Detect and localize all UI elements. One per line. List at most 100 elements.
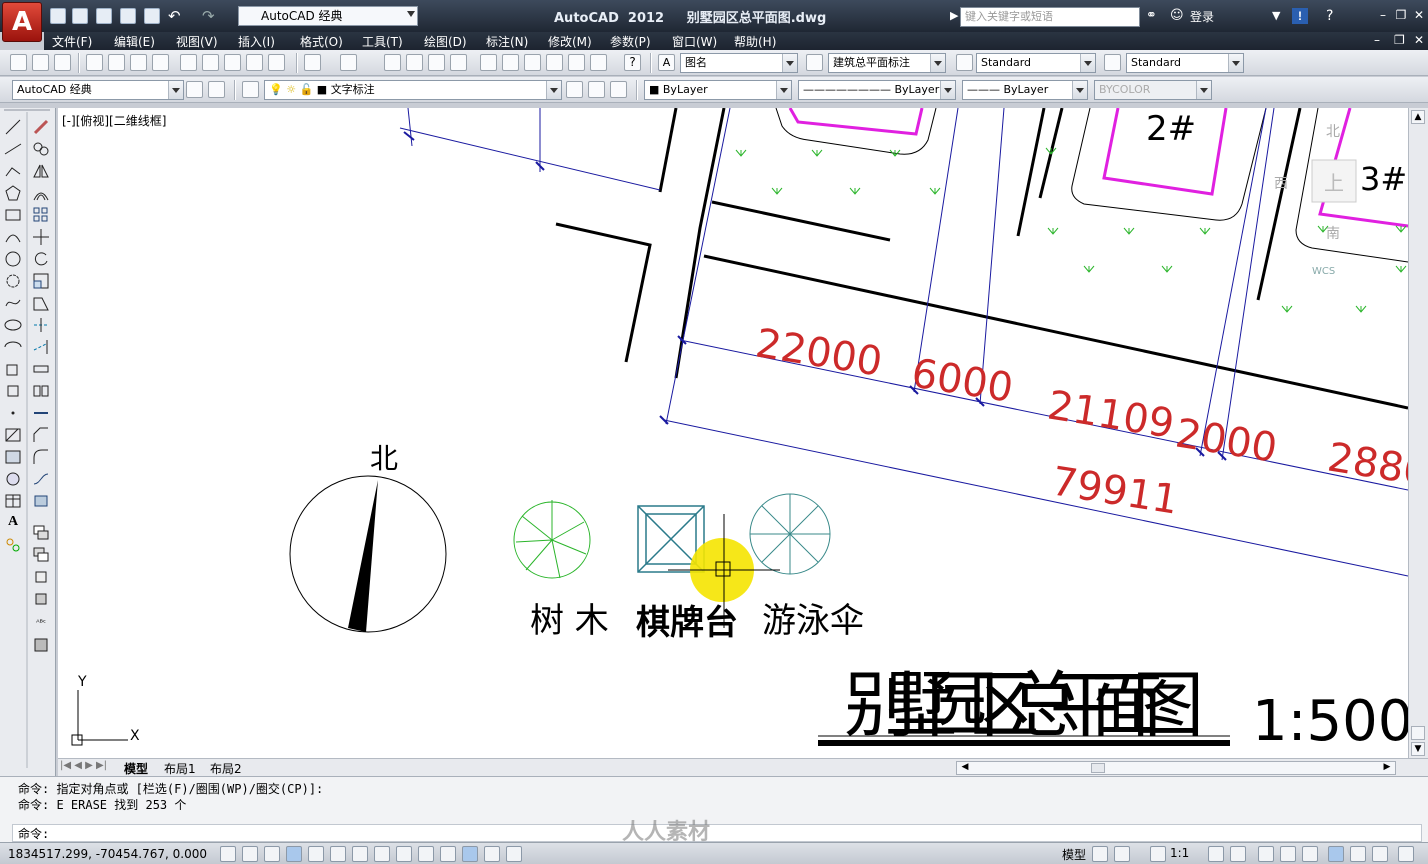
make-block-icon[interactable] [4,382,22,400]
workspace-select[interactable]: AutoCAD 经典 [12,80,184,100]
3d-print-icon[interactable] [152,54,169,71]
annotation-scale-value[interactable]: 1:1 [1170,846,1189,860]
draw-order-icon[interactable] [32,524,50,542]
tab-layout1[interactable]: 布局1 [164,760,196,777]
explode-icon[interactable] [32,492,50,510]
table-style-select[interactable]: Standard [976,53,1096,73]
lock-icon[interactable] [1280,846,1296,862]
isolate-objects-icon[interactable] [1328,846,1344,862]
stretch-icon[interactable] [32,294,50,312]
undo-icon[interactable]: ↶ [168,8,184,24]
chevron-down-icon[interactable]: ▼ [1272,8,1288,24]
lineweight-select[interactable]: ——— ByLayer [962,80,1088,100]
menu-format[interactable]: 格式(O) [300,33,343,50]
chamfer-icon[interactable] [32,426,50,444]
exchange-icon[interactable]: ! [1292,8,1308,24]
user-icon[interactable]: ☺ [1170,8,1186,24]
quick-view-layouts-icon[interactable] [1092,846,1108,862]
polygon-icon[interactable] [4,184,22,202]
doc-minimize-button[interactable]: – [1374,33,1380,47]
search-input[interactable]: 键入关键字或短语 [960,7,1140,27]
redo-icon[interactable] [340,54,357,71]
line-icon[interactable] [4,118,22,136]
bring-above-icon[interactable] [32,590,50,608]
circle-icon[interactable] [4,250,22,268]
add-selected-icon[interactable] [4,536,22,554]
layer-properties-icon[interactable] [242,81,259,98]
tab-model[interactable]: 模型 [124,760,148,777]
menu-edit[interactable]: 编辑(E) [114,33,155,50]
menu-tools[interactable]: 工具(T) [362,33,403,50]
quickcalc-icon[interactable] [590,54,607,71]
zoom-previous-icon[interactable] [450,54,467,71]
menu-parametric[interactable]: 参数(P) [610,33,651,50]
cut-icon[interactable] [180,54,197,71]
save-icon[interactable] [54,54,71,71]
layer-previous-icon[interactable] [588,81,605,98]
array-icon[interactable] [32,206,50,224]
layer-state-icon[interactable] [610,81,627,98]
new-file-icon[interactable] [50,8,66,24]
multiline-text-icon[interactable]: A [4,514,22,532]
zoom-window-icon[interactable] [428,54,445,71]
make-current-layer-icon[interactable] [566,81,583,98]
markup-icon[interactable] [568,54,585,71]
horizontal-scrollbar[interactable]: ◀ ▶ [956,761,1396,775]
gradient-icon[interactable] [4,448,22,466]
login-link[interactable]: 登录 [1190,8,1214,25]
dim-style-select[interactable]: 建筑总平面标注 [828,53,946,73]
design-center-icon[interactable] [502,54,519,71]
quick-view-drawings-icon[interactable] [1114,846,1130,862]
extend-icon[interactable] [32,338,50,356]
dim-style-icon[interactable] [806,54,823,71]
snap-mode-icon[interactable] [242,846,258,862]
clean-screen-icon[interactable] [1398,846,1414,862]
vertical-scrollbar[interactable]: ▲ ▼ [1408,108,1428,758]
text-style-icon[interactable]: A [658,54,675,71]
3d-object-snap-icon[interactable] [352,846,368,862]
new-icon[interactable] [10,54,27,71]
save-icon[interactable] [96,8,112,24]
menu-dimension[interactable]: 标注(N) [486,33,528,50]
linetype-select[interactable]: ———————— ByLayer [798,80,956,100]
scroll-down-icon[interactable]: ▼ [1411,742,1425,756]
save-as-icon[interactable] [120,8,136,24]
insert-block-icon[interactable] [4,360,22,378]
object-snap-icon[interactable] [330,846,346,862]
restore-button[interactable]: ❐ [1394,8,1408,22]
hardware-acceleration-icon[interactable] [1302,846,1318,862]
dynamic-input-icon[interactable] [418,846,434,862]
rectangle-icon[interactable] [4,206,22,224]
block-editor-icon[interactable] [268,54,285,71]
trim-icon[interactable] [32,316,50,334]
scale-icon[interactable] [32,272,50,290]
copy-icon[interactable] [202,54,219,71]
annotation-scale-icon[interactable] [1150,846,1166,862]
menu-draw[interactable]: 绘图(D) [424,33,467,50]
plot-preview-icon[interactable] [108,54,125,71]
coordinates-readout[interactable]: 1834517.299, -70454.767, 0.000 [8,847,207,861]
blend-curves-icon[interactable] [32,470,50,488]
command-input[interactable]: 命令: [12,824,1422,842]
chevron-down-icon[interactable] [1372,846,1388,862]
plot-icon[interactable] [86,54,103,71]
model-space-label[interactable]: 模型 [1062,846,1086,863]
region-icon[interactable] [4,470,22,488]
multileader-style-icon[interactable] [1104,54,1121,71]
drawing-canvas[interactable]: 22000 6000 21109 2000 2880 79911 2# 3# 上… [58,108,1408,758]
break-at-point-icon[interactable] [32,360,50,378]
viewport-controls-label[interactable]: [-][俯视][二维线框] [62,112,166,129]
lineweight-display-icon[interactable] [440,846,456,862]
hatch-back-icon[interactable] [32,636,50,654]
print-icon[interactable] [144,8,160,24]
application-menu-button[interactable]: A [2,2,42,42]
paste-icon[interactable] [224,54,241,71]
transparency-icon[interactable] [462,846,478,862]
fillet-icon[interactable] [32,448,50,466]
auto-scale-icon[interactable] [1230,846,1246,862]
erase-icon[interactable] [32,118,50,136]
infer-constraints-icon[interactable] [220,846,236,862]
help-icon[interactable]: ? [1326,8,1342,24]
revision-cloud-icon[interactable] [4,272,22,290]
gear-icon[interactable] [1258,846,1274,862]
